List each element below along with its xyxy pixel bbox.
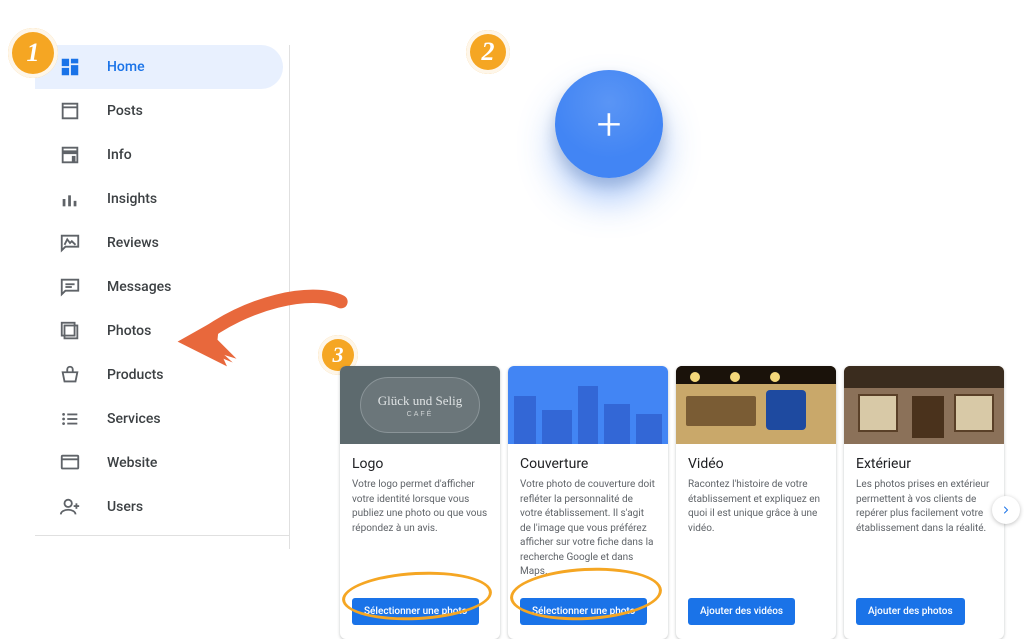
plus-icon: + <box>597 102 622 146</box>
sidebar-item-messages[interactable]: Messages <box>35 265 283 309</box>
sidebar-item-label: Messages <box>107 279 171 295</box>
review-icon <box>59 232 81 254</box>
sidebar-item-insights[interactable]: Insights <box>35 177 283 221</box>
card-title: Extérieur <box>856 456 992 472</box>
sidebar-item-website[interactable]: Website <box>35 441 283 485</box>
sidebar-divider <box>35 535 290 536</box>
card-action-button[interactable]: Sélectionner une photo <box>352 598 479 625</box>
photo-card-ext: Extérieur Les photos prises en extérieur … <box>844 366 1004 639</box>
sidebar: Home Posts Info Insights Reviews Messages Phot… <box>35 45 290 549</box>
storefront-icon <box>59 144 81 166</box>
dashboard-icon <box>59 56 81 78</box>
post-icon <box>59 100 81 122</box>
card-description: Les photos prises en extérieur permetten… <box>856 478 992 580</box>
logo-thumb-sub: CAFÉ <box>407 411 434 418</box>
logo-thumb-text: Glück und Selig <box>378 393 463 409</box>
add-fab[interactable]: + <box>555 70 663 178</box>
sidebar-item-label: Users <box>107 499 143 515</box>
photo-card-logo: Glück und Selig CAFÉ Logo Votre logo permet… <box>340 366 500 639</box>
card-action-button[interactable]: Ajouter des vidéos <box>688 598 795 625</box>
sidebar-item-label: Insights <box>107 191 157 207</box>
card-description: Votre logo permet d'afficher votre ident… <box>352 478 488 580</box>
card-action-button[interactable]: Sélectionner une photo <box>520 598 647 625</box>
card-description: Votre photo de couverture doit refléter … <box>520 478 656 580</box>
sidebar-item-label: Photos <box>107 323 151 339</box>
sidebar-item-label: Posts <box>107 103 143 119</box>
sidebar-item-reviews[interactable]: Reviews <box>35 221 283 265</box>
sidebar-item-home[interactable]: Home <box>35 45 283 89</box>
annotation-badge-2: 2 <box>466 30 510 74</box>
person-add-icon <box>59 496 81 518</box>
card-description: Racontez l'histoire de votre établisseme… <box>688 478 824 580</box>
sidebar-item-label: Services <box>107 411 161 427</box>
website-icon <box>59 452 81 474</box>
sidebar-item-info[interactable]: Info <box>35 133 283 177</box>
card-title: Vidéo <box>688 456 824 472</box>
sidebar-item-label: Website <box>107 455 157 471</box>
photo-card-cover: Couverture Votre photo de couverture doit… <box>508 366 668 639</box>
sidebar-item-users[interactable]: Users <box>35 485 283 529</box>
sidebar-item-photos[interactable]: Photos <box>35 309 283 353</box>
sidebar-item-posts[interactable]: Posts <box>35 89 283 133</box>
message-icon <box>59 276 81 298</box>
list-icon <box>59 408 81 430</box>
photos-icon <box>59 320 81 342</box>
sidebar-item-services[interactable]: Services <box>35 397 283 441</box>
insights-icon <box>59 188 81 210</box>
annotation-badge-1: 1 <box>8 28 58 78</box>
sidebar-item-label: Home <box>107 59 145 75</box>
card-action-button[interactable]: Ajouter des photos <box>856 598 965 625</box>
cards-next-button[interactable] <box>992 496 1020 524</box>
card-title: Couverture <box>520 456 656 472</box>
sidebar-item-products[interactable]: Products <box>35 353 283 397</box>
card-title: Logo <box>352 456 488 472</box>
sidebar-item-label: Info <box>107 147 132 163</box>
basket-icon <box>59 364 81 386</box>
photo-card-shop: Vidéo Racontez l'histoire de votre établi… <box>676 366 836 639</box>
photo-category-cards: Glück und Selig CAFÉ Logo Votre logo permet… <box>340 366 1004 639</box>
sidebar-item-label: Reviews <box>107 235 159 251</box>
sidebar-item-label: Products <box>107 367 164 383</box>
